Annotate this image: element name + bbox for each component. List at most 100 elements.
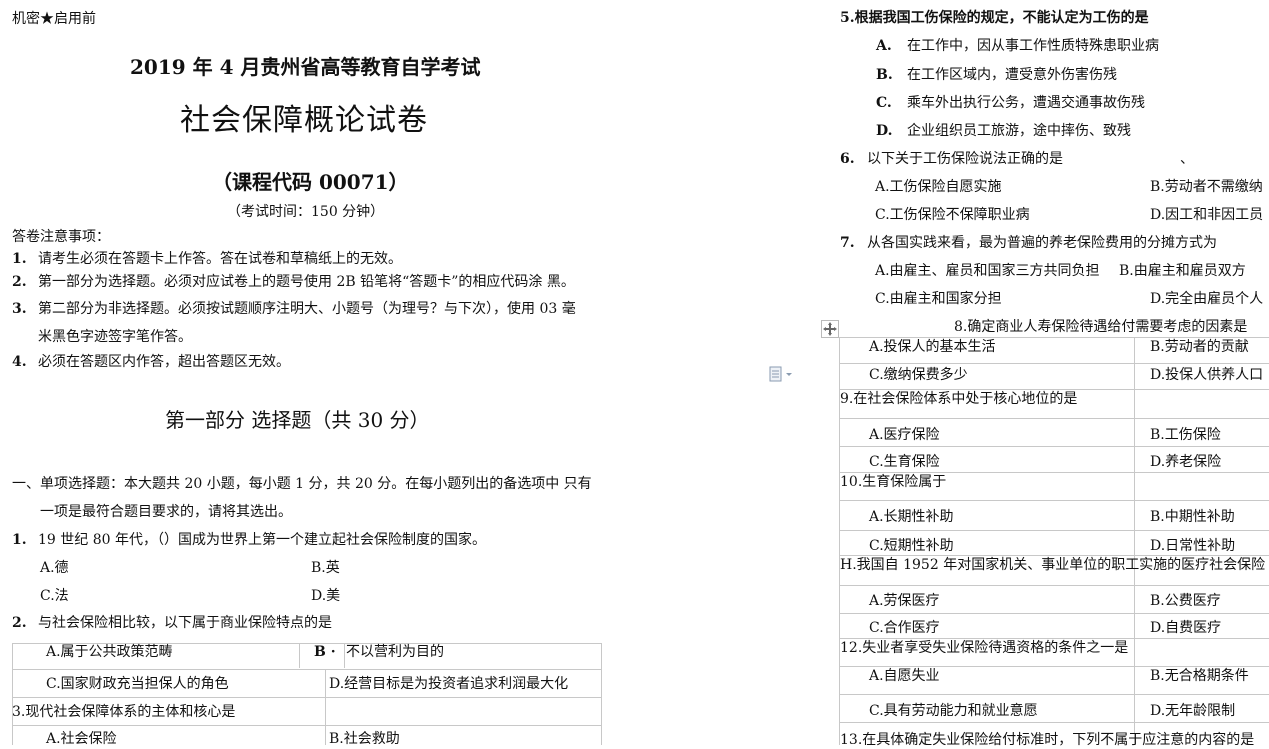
table-border bbox=[1134, 337, 1135, 745]
table-border bbox=[839, 585, 1269, 586]
option-a: A.劳保医疗 bbox=[869, 593, 940, 609]
option-b: B.英 bbox=[311, 560, 340, 576]
paper-title: 社会保障概论试卷 bbox=[180, 103, 428, 138]
table-border bbox=[839, 722, 1269, 723]
note-text: 第一部分为选择题。必须对应试卷上的题号使用 2B 铅笔将“答题卡”的相应代码涂 … bbox=[38, 274, 575, 290]
option-d: D.投保人供养人口 bbox=[1150, 367, 1264, 383]
stray-mark: 、 bbox=[1180, 151, 1194, 167]
note-text: 必须在答题区内作答，超出答题区无效。 bbox=[38, 354, 290, 370]
option-c: C.国家财政充当担保人的角色 bbox=[46, 676, 229, 692]
course-code: （课程代码 00071） bbox=[212, 170, 409, 194]
option-text: 企业组织员工旅游，途中摔伤、致残 bbox=[907, 123, 1131, 139]
table-border bbox=[12, 669, 602, 670]
question-text: 从各国实践来看，最为普遍的养老保险费用的分摊方式为 bbox=[867, 235, 1217, 251]
option-letter: A. bbox=[876, 38, 892, 54]
section-instructions: 一项是最符合题目要求的，请将其选出。 bbox=[40, 504, 292, 520]
option-c: C.缴纳保费多少 bbox=[869, 367, 968, 383]
option-d: D.完全由雇员个人 bbox=[1150, 291, 1264, 307]
option-b: B.社会救助 bbox=[329, 731, 400, 747]
question-text: 3.现代社会保障体系的主体和核心是 bbox=[12, 704, 236, 720]
table-border bbox=[839, 500, 1269, 501]
question-number: 1. bbox=[12, 532, 27, 548]
note-text: 米黑色字迹签字笔作答。 bbox=[38, 329, 192, 345]
option-c: C.工伤保险不保障职业病 bbox=[875, 207, 1030, 223]
option-text: 乘车外出执行公务，遭遇交通事故伤残 bbox=[907, 95, 1145, 111]
table-border bbox=[839, 418, 1269, 419]
note-num: 2. bbox=[12, 274, 27, 290]
table-border bbox=[299, 643, 300, 668]
option-d: D.经营目标是为投资者追求利润最大化 bbox=[329, 676, 569, 692]
note-num: 1. bbox=[12, 251, 27, 267]
question-number: 2. bbox=[12, 615, 27, 631]
table-border bbox=[12, 725, 602, 726]
option-c: C.生育保险 bbox=[869, 454, 940, 470]
option-c: C.合作医疗 bbox=[869, 620, 940, 636]
option-d: D.养老保险 bbox=[1150, 454, 1222, 470]
option-a: A.社会保险 bbox=[46, 731, 117, 747]
table-border bbox=[12, 697, 602, 698]
table-border bbox=[344, 643, 345, 668]
table-border bbox=[325, 670, 326, 745]
table-border bbox=[601, 643, 602, 745]
secret-label: 机密★启用前 bbox=[12, 11, 96, 27]
section-instructions: 一、单项选择题：本大题共 20 小题，每小题 1 分，共 20 分。在每小题列出… bbox=[12, 476, 592, 492]
option-a: A.长期性补助 bbox=[869, 509, 954, 525]
option-c: C.由雇主和国家分担 bbox=[875, 291, 1002, 307]
question-text: 19 世纪 80 年代，（）国成为世界上第一个建立起社会保险制度的国家。 bbox=[38, 532, 486, 548]
question-number: 6. bbox=[840, 151, 855, 167]
table-border bbox=[839, 530, 1269, 531]
question-text: 9.在社会保险体系中处于核心地位的是 bbox=[840, 391, 1078, 407]
table-border bbox=[839, 363, 1269, 364]
table-move-handle-icon[interactable] bbox=[821, 320, 839, 338]
option-letter: B. bbox=[876, 67, 893, 83]
option-a: A.属于公共政策范畴 bbox=[46, 644, 173, 660]
option-b: B.无合格期条件 bbox=[1150, 668, 1249, 684]
option-b: B.劳动者不需缴纳 bbox=[1150, 179, 1263, 195]
question-text: 以下关于工伤保险说法正确的是 bbox=[867, 151, 1063, 167]
option-b-letter: B · bbox=[314, 644, 336, 660]
question-text: 13.在具体确定失业保险给付标准时，下列不属于应注意的内容的是 bbox=[840, 732, 1255, 748]
option-text: 在工作区域内，遭受意外伤害伤残 bbox=[907, 67, 1117, 83]
option-b: B.劳动者的贡献 bbox=[1150, 339, 1249, 355]
question-number: 7. bbox=[840, 235, 855, 251]
option-a: A.自愿失业 bbox=[869, 668, 940, 684]
note-text: 第二部分为非选择题。必须按试题顺序注明大、小题号（为理号？与下次），使用 03 … bbox=[38, 301, 576, 317]
option-a: A.工伤保险自愿实施 bbox=[875, 179, 1002, 195]
question-text: 与社会保险相比较，以下属于商业保险特点的是 bbox=[38, 615, 332, 631]
option-d: D.无年龄限制 bbox=[1150, 703, 1236, 719]
table-border bbox=[12, 643, 13, 745]
option-c: C.短期性补助 bbox=[869, 538, 954, 554]
question-text: H.我国自 1952 年对国家机关、事业单位的职工实施的医疗社会保险 bbox=[840, 557, 1266, 573]
notes-heading: 答卷注意事项： bbox=[12, 229, 110, 245]
option-d: D.因工和非因工员 bbox=[1150, 207, 1264, 223]
option-b: 不以营利为目的 bbox=[346, 644, 444, 660]
option-letter: D. bbox=[876, 123, 893, 139]
option-text: 在工作中，因从事工作性质特殊患职业病 bbox=[907, 38, 1159, 54]
part-heading: 第一部分 选择题（共 30 分） bbox=[165, 408, 430, 432]
note-num: 4. bbox=[12, 354, 27, 370]
option-d: D.美 bbox=[311, 588, 341, 604]
question-text: 5.根据我国工伤保险的规定，不能认定为工伤的是 bbox=[840, 10, 1149, 26]
table-border bbox=[839, 446, 1269, 447]
option-c: C.具有劳动能力和就业意愿 bbox=[869, 703, 1038, 719]
paste-options-icon[interactable] bbox=[768, 366, 794, 382]
note-text: 请考生必须在答题卡上作答。答在试卷和草稿纸上的无效。 bbox=[38, 251, 402, 267]
option-b: B.工伤保险 bbox=[1150, 427, 1221, 443]
option-a: A.由雇主、雇员和国家三方共同负担 bbox=[875, 263, 1100, 279]
table-border bbox=[839, 613, 1269, 614]
option-b: B.中期性补助 bbox=[1150, 509, 1235, 525]
option-b: B.由雇主和雇员双方 bbox=[1119, 263, 1246, 279]
option-a: A.医疗保险 bbox=[869, 427, 940, 443]
option-d: D.日常性补助 bbox=[1150, 538, 1236, 554]
option-a: A.德 bbox=[40, 560, 69, 576]
option-b: B.公费医疗 bbox=[1150, 593, 1221, 609]
option-d: D.自费医疗 bbox=[1150, 620, 1222, 636]
note-num: 3. bbox=[12, 301, 27, 317]
exam-time: （考试时间：150 分钟） bbox=[227, 204, 385, 220]
question-text: 12.失业者享受失业保险待遇资格的条件之一是 bbox=[840, 640, 1129, 656]
question-text: 10.生育保险属于 bbox=[840, 474, 947, 490]
exam-heading: 2019 年 4 月贵州省高等教育自学考试 bbox=[130, 55, 481, 79]
question-text: 8.确定商业人寿保险待遇给付需要考虑的因素是 bbox=[954, 319, 1248, 335]
option-letter: C. bbox=[876, 95, 892, 111]
option-c: C.法 bbox=[40, 588, 69, 604]
